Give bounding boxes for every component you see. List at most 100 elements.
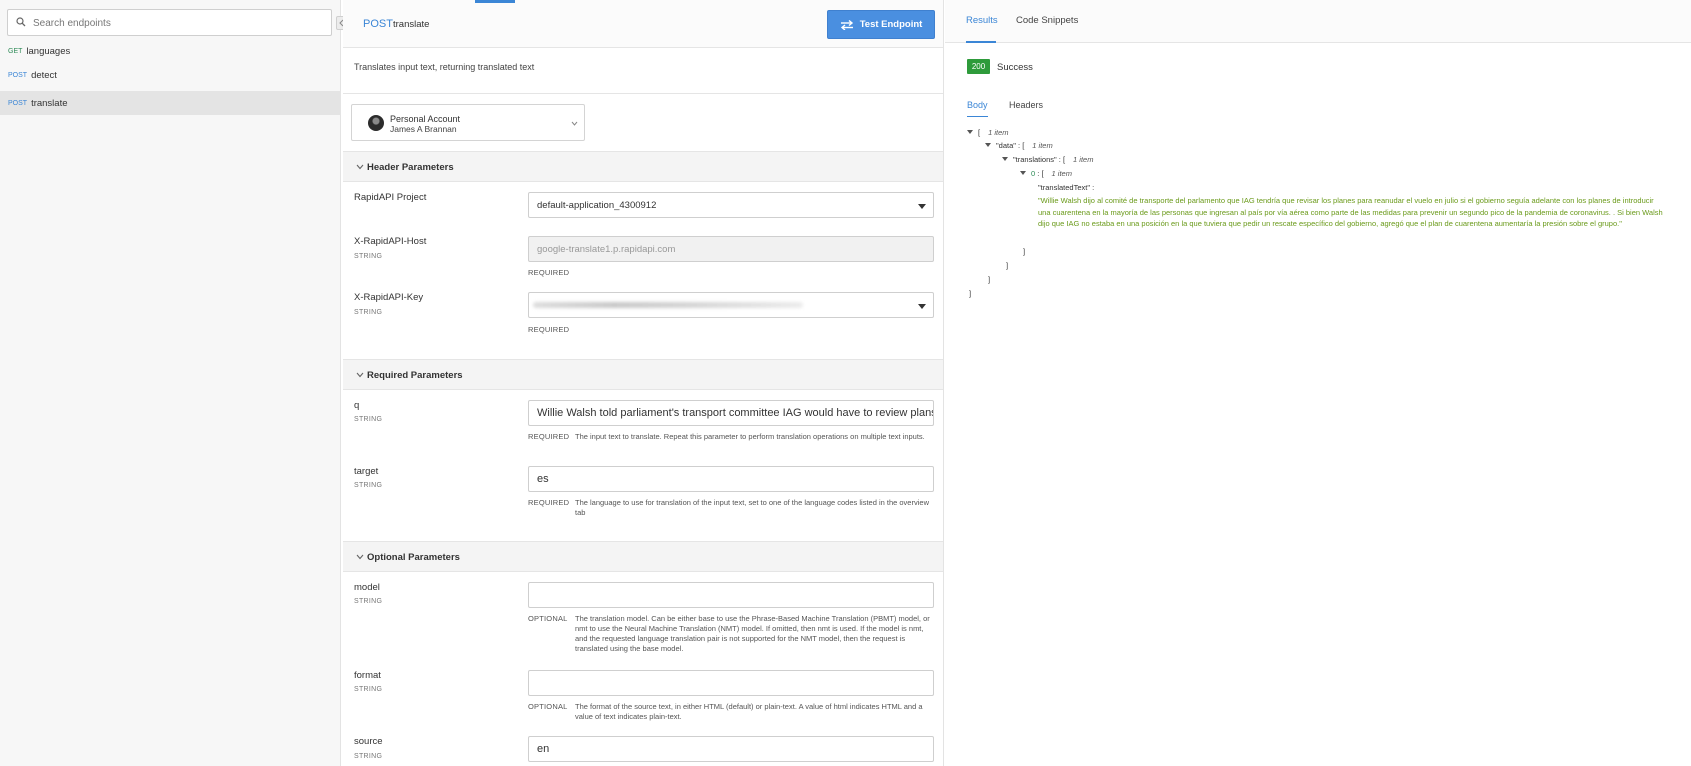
- endpoint-name: languages: [26, 45, 71, 57]
- endpoint-panel: POST translate Test Endpoint Translates …: [343, 0, 944, 766]
- api-key-select[interactable]: [528, 292, 934, 318]
- endpoint-description: Translates input text, returning transla…: [354, 62, 535, 72]
- method-label: POST: [8, 71, 28, 79]
- redacted-key: [533, 302, 803, 308]
- expand-triangle-icon: [985, 143, 991, 147]
- param-label-project: RapidAPI Project: [354, 192, 427, 203]
- project-value: default-application_4300912: [537, 199, 657, 211]
- results-panel: Results Code Snippets 200 Success Body H…: [945, 0, 1691, 766]
- host-value: google-translate1.p.rapidapi.com: [537, 243, 676, 255]
- json-bracket: [: [1062, 155, 1066, 164]
- tab-code-snippets[interactable]: Code Snippets: [1016, 15, 1078, 26]
- q-input[interactable]: Willie Walsh told parliament's transport…: [528, 400, 934, 426]
- account-label: Personal Account: [390, 114, 461, 124]
- active-subtab-underline: [967, 116, 988, 117]
- chevron-down-icon: [356, 554, 364, 560]
- expand-triangle-icon: [1002, 157, 1008, 161]
- json-translated-key: "translatedText" :: [1038, 183, 1095, 192]
- expand-triangle-icon: [967, 130, 973, 134]
- target-value: es: [537, 473, 549, 485]
- json-bracket: [: [1022, 141, 1025, 150]
- json-root[interactable]: [1 item: [967, 128, 1009, 137]
- tab-headers[interactable]: Headers: [1009, 100, 1043, 110]
- results-tabs: Results Code Snippets: [945, 0, 1691, 43]
- requirement-label: OPTIONAL: [528, 614, 568, 623]
- search-input[interactable]: [33, 14, 323, 32]
- json-data-node[interactable]: "data" : [1 item: [985, 141, 1053, 150]
- method-label: GET: [8, 47, 23, 55]
- required-parameters-section[interactable]: Required Parameters: [343, 359, 943, 390]
- expand-triangle-icon: [1020, 171, 1026, 175]
- tab-body[interactable]: Body: [967, 100, 988, 110]
- optional-parameters-section[interactable]: Optional Parameters: [343, 541, 943, 572]
- json-close-bracket: ]: [1006, 261, 1009, 270]
- format-input[interactable]: [528, 670, 934, 696]
- requirement-label: OPTIONAL: [528, 702, 568, 711]
- endpoint-method: POST: [363, 18, 393, 30]
- endpoint-item-translate[interactable]: POST translate: [0, 91, 341, 115]
- swap-arrows-icon: [840, 19, 853, 30]
- json-close-bracket: ]: [969, 289, 972, 298]
- search-box[interactable]: [7, 9, 332, 36]
- param-label-key: X-RapidAPI-Key: [354, 292, 424, 303]
- endpoint-header: POST translate Test Endpoint: [343, 0, 943, 48]
- chevron-down-icon: [356, 372, 364, 378]
- json-key: "data" :: [996, 141, 1021, 150]
- source-input[interactable]: en: [528, 736, 934, 762]
- caret-down-icon: [918, 304, 926, 309]
- section-title: Optional Parameters: [367, 552, 460, 563]
- endpoint-title: translate: [393, 19, 430, 30]
- param-type: STRING: [354, 253, 383, 260]
- requirement-label: REQUIRED: [528, 498, 570, 507]
- account-selector[interactable]: Personal Account James A Brannan: [351, 104, 585, 141]
- status-badge: 200: [967, 59, 990, 74]
- endpoint-name: translate: [31, 97, 68, 109]
- project-select[interactable]: default-application_4300912: [528, 192, 934, 218]
- avatar: [368, 115, 384, 131]
- json-count: 1 item: [1051, 169, 1072, 178]
- header-parameters-section[interactable]: Header Parameters: [343, 151, 943, 182]
- caret-down-icon: [918, 204, 926, 209]
- json-close-bracket: ]: [988, 275, 991, 284]
- divider: [343, 93, 943, 94]
- requirement-label: REQUIRED: [528, 268, 570, 277]
- param-type: STRING: [354, 416, 383, 423]
- json-key: "translations" :: [1013, 155, 1061, 164]
- param-label-target: target: [354, 466, 379, 477]
- json-translated-text: "Willie Walsh dijo al comité de transpor…: [1038, 196, 1663, 228]
- json-index: 0: [1031, 169, 1036, 178]
- requirement-label: REQUIRED: [528, 325, 570, 334]
- param-type: STRING: [354, 686, 383, 693]
- tab-results[interactable]: Results: [966, 15, 998, 26]
- target-input[interactable]: es: [528, 466, 934, 492]
- json-bracket: [: [978, 128, 981, 137]
- host-field: google-translate1.p.rapidapi.com: [528, 236, 934, 262]
- param-label-format: format: [354, 670, 381, 681]
- json-bracket: [: [1041, 169, 1044, 178]
- endpoints-sidebar: GET languages POST detect POST translate: [0, 0, 341, 766]
- status-text: Success: [997, 62, 1033, 73]
- param-label-source: source: [354, 736, 383, 747]
- section-title: Required Parameters: [367, 370, 463, 381]
- param-hint: The translation model. Can be either bas…: [575, 614, 930, 653]
- search-icon: [16, 17, 26, 27]
- model-input[interactable]: [528, 582, 934, 608]
- param-type: STRING: [354, 598, 383, 605]
- json-count: 1 item: [1032, 141, 1053, 150]
- section-title: Header Parameters: [367, 162, 454, 173]
- json-translations-node[interactable]: "translations" : [1 item: [1002, 155, 1093, 164]
- json-count: 1 item: [988, 128, 1009, 137]
- param-label-q: q: [354, 400, 360, 411]
- param-type: STRING: [354, 753, 383, 760]
- json-index-node[interactable]: 0 : [1 item: [1020, 169, 1072, 178]
- endpoint-item-languages[interactable]: GET languages: [0, 39, 341, 63]
- chevron-down-icon: [571, 121, 578, 126]
- test-endpoint-button[interactable]: Test Endpoint: [827, 10, 935, 39]
- active-tab-underline: [966, 41, 996, 43]
- q-value: Willie Walsh told parliament's transport…: [537, 407, 934, 419]
- param-hint: The input text to translate. Repeat this…: [575, 432, 925, 441]
- endpoint-item-detect[interactable]: POST detect: [0, 63, 341, 87]
- app-window: GET languages POST detect POST translate…: [0, 0, 1691, 766]
- param-label-model: model: [354, 582, 380, 593]
- test-endpoint-label: Test Endpoint: [859, 19, 923, 30]
